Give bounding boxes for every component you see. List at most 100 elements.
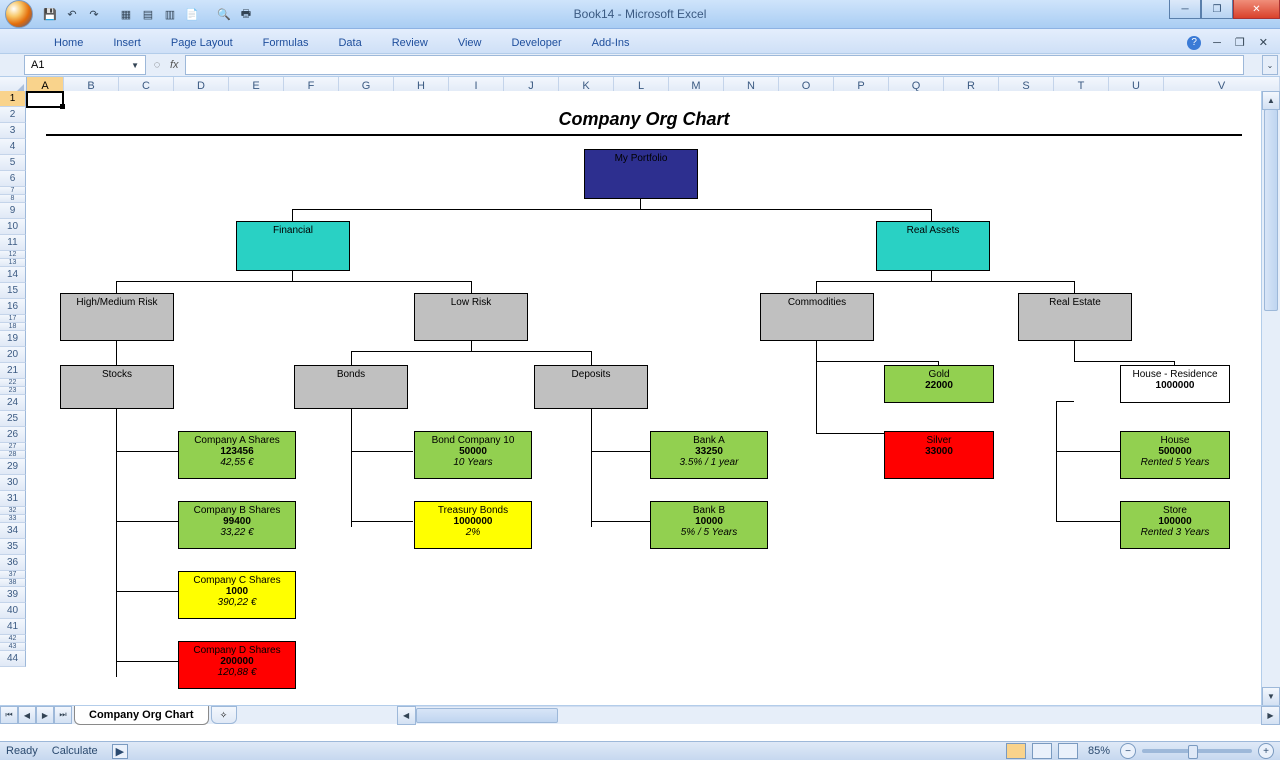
row-header-20[interactable]: 20 <box>0 347 26 363</box>
office-button[interactable] <box>0 0 38 28</box>
row-header-42[interactable]: 42 <box>0 635 26 643</box>
active-cell[interactable] <box>26 91 64 108</box>
row-header-5[interactable]: 5 <box>0 155 26 171</box>
tab-last-icon[interactable]: ⏭ <box>54 706 72 724</box>
row-header-13[interactable]: 13 <box>0 259 26 267</box>
row-header-2[interactable]: 2 <box>0 107 26 123</box>
ribbon-tab-home[interactable]: Home <box>52 33 85 53</box>
row-header-37[interactable]: 37 <box>0 571 26 579</box>
node-bonds[interactable]: Bonds <box>294 365 408 409</box>
ribbon-tab-data[interactable]: Data <box>336 33 363 53</box>
row-header-23[interactable]: 23 <box>0 387 26 395</box>
vscroll-thumb[interactable] <box>1264 109 1278 311</box>
ribbon-tab-addins[interactable]: Add-Ins <box>590 33 632 53</box>
row-header-10[interactable]: 10 <box>0 219 26 235</box>
doc-close-icon[interactable]: ✕ <box>1257 32 1270 53</box>
row-header-39[interactable]: 39 <box>0 587 26 603</box>
hscroll-thumb[interactable] <box>416 708 558 723</box>
view-normal-button[interactable] <box>1006 743 1026 759</box>
row-header-41[interactable]: 41 <box>0 619 26 635</box>
node-compA[interactable]: Company A Shares12345642,55 € <box>178 431 296 479</box>
node-store[interactable]: Store100000Rented 3 Years <box>1120 501 1230 549</box>
node-deposits[interactable]: Deposits <box>534 365 648 409</box>
node-houseres[interactable]: House - Residence1000000 <box>1120 365 1230 403</box>
row-header-38[interactable]: 38 <box>0 579 26 587</box>
tab-prev-icon[interactable]: ◀ <box>18 706 36 724</box>
spreadsheet-canvas[interactable]: Company Org Chart <box>26 91 1262 706</box>
zoom-thumb[interactable] <box>1188 745 1198 759</box>
tab-next-icon[interactable]: ▶ <box>36 706 54 724</box>
node-treas[interactable]: Treasury Bonds10000002% <box>414 501 532 549</box>
row-header-15[interactable]: 15 <box>0 283 26 299</box>
scroll-left-icon[interactable]: ◀ <box>397 706 416 725</box>
node-silver[interactable]: Silver33000 <box>884 431 994 479</box>
undo-icon[interactable]: ↶ <box>64 6 80 22</box>
node-compB[interactable]: Company B Shares9940033,22 € <box>178 501 296 549</box>
row-header-6[interactable]: 6 <box>0 171 26 187</box>
zoom-slider[interactable] <box>1142 749 1252 753</box>
row-header-30[interactable]: 30 <box>0 475 26 491</box>
sheet-tab-active[interactable]: Company Org Chart <box>74 706 209 725</box>
doc-minimize-icon[interactable]: ─ <box>1211 33 1223 53</box>
ribbon-tab-insert[interactable]: Insert <box>111 33 143 53</box>
row-header-29[interactable]: 29 <box>0 459 26 475</box>
row-header-7[interactable]: 7 <box>0 187 26 195</box>
row-header-8[interactable]: 8 <box>0 195 26 203</box>
redo-icon[interactable]: ↷ <box>86 6 102 22</box>
row-header-19[interactable]: 19 <box>0 331 26 347</box>
qat-icon-4[interactable]: 📄 <box>184 6 200 22</box>
fx-label[interactable]: fx <box>170 59 179 71</box>
node-realestate[interactable]: Real Estate <box>1018 293 1132 341</box>
row-header-40[interactable]: 40 <box>0 603 26 619</box>
row-header-26[interactable]: 26 <box>0 427 26 443</box>
node-bond10[interactable]: Bond Company 105000010 Years <box>414 431 532 479</box>
view-pagebreak-button[interactable] <box>1058 743 1078 759</box>
node-commod[interactable]: Commodities <box>760 293 874 341</box>
row-header-4[interactable]: 4 <box>0 139 26 155</box>
print-preview-icon[interactable]: 🔍 <box>216 6 232 22</box>
name-box-dropdown-icon[interactable]: ▼ <box>131 61 139 70</box>
help-icon[interactable]: ? <box>1187 36 1201 50</box>
horizontal-scrollbar[interactable]: ◀ ▶ <box>397 706 1280 724</box>
node-root[interactable]: My Portfolio <box>584 149 698 199</box>
row-header-32[interactable]: 32 <box>0 507 26 515</box>
macro-record-icon[interactable]: ▶ <box>112 744 128 759</box>
node-gold[interactable]: Gold22000 <box>884 365 994 403</box>
doc-restore-icon[interactable]: ❐ <box>1233 32 1247 53</box>
row-header-14[interactable]: 14 <box>0 267 26 283</box>
formula-input[interactable] <box>185 55 1244 75</box>
minimize-button[interactable]: ─ <box>1169 0 1201 19</box>
row-header-11[interactable]: 11 <box>0 235 26 251</box>
row-header-43[interactable]: 43 <box>0 643 26 651</box>
node-lowrisk[interactable]: Low Risk <box>414 293 528 341</box>
zoom-in-button[interactable]: + <box>1258 743 1274 759</box>
maximize-button[interactable]: ❐ <box>1201 0 1233 19</box>
row-header-22[interactable]: 22 <box>0 379 26 387</box>
row-header-25[interactable]: 25 <box>0 411 26 427</box>
zoom-level[interactable]: 85% <box>1088 745 1110 757</box>
node-compD[interactable]: Company D Shares200000120,88 € <box>178 641 296 689</box>
row-header-34[interactable]: 34 <box>0 523 26 539</box>
row-header-18[interactable]: 18 <box>0 323 26 331</box>
node-highmed[interactable]: High/Medium Risk <box>60 293 174 341</box>
save-icon[interactable]: 💾 <box>42 6 58 22</box>
new-sheet-button[interactable]: ✧ <box>211 706 237 724</box>
row-header-35[interactable]: 35 <box>0 539 26 555</box>
row-header-24[interactable]: 24 <box>0 395 26 411</box>
node-financial[interactable]: Financial <box>236 221 350 271</box>
row-header-21[interactable]: 21 <box>0 363 26 379</box>
print-icon[interactable]: 🖶 <box>238 6 254 22</box>
node-house[interactable]: House500000Rented 5 Years <box>1120 431 1230 479</box>
scroll-down-icon[interactable]: ▼ <box>1262 687 1280 706</box>
row-header-31[interactable]: 31 <box>0 491 26 507</box>
close-button[interactable]: ✕ <box>1233 0 1280 19</box>
tab-first-icon[interactable]: ⏮ <box>0 706 18 724</box>
ribbon-tab-review[interactable]: Review <box>390 33 430 53</box>
row-header-9[interactable]: 9 <box>0 203 26 219</box>
qat-icon-1[interactable]: ▦ <box>118 6 134 22</box>
node-stocks[interactable]: Stocks <box>60 365 174 409</box>
row-header-44[interactable]: 44 <box>0 651 26 667</box>
row-header-17[interactable]: 17 <box>0 315 26 323</box>
qat-icon-2[interactable]: ▤ <box>140 6 156 22</box>
name-box[interactable]: A1 ▼ <box>24 55 146 75</box>
